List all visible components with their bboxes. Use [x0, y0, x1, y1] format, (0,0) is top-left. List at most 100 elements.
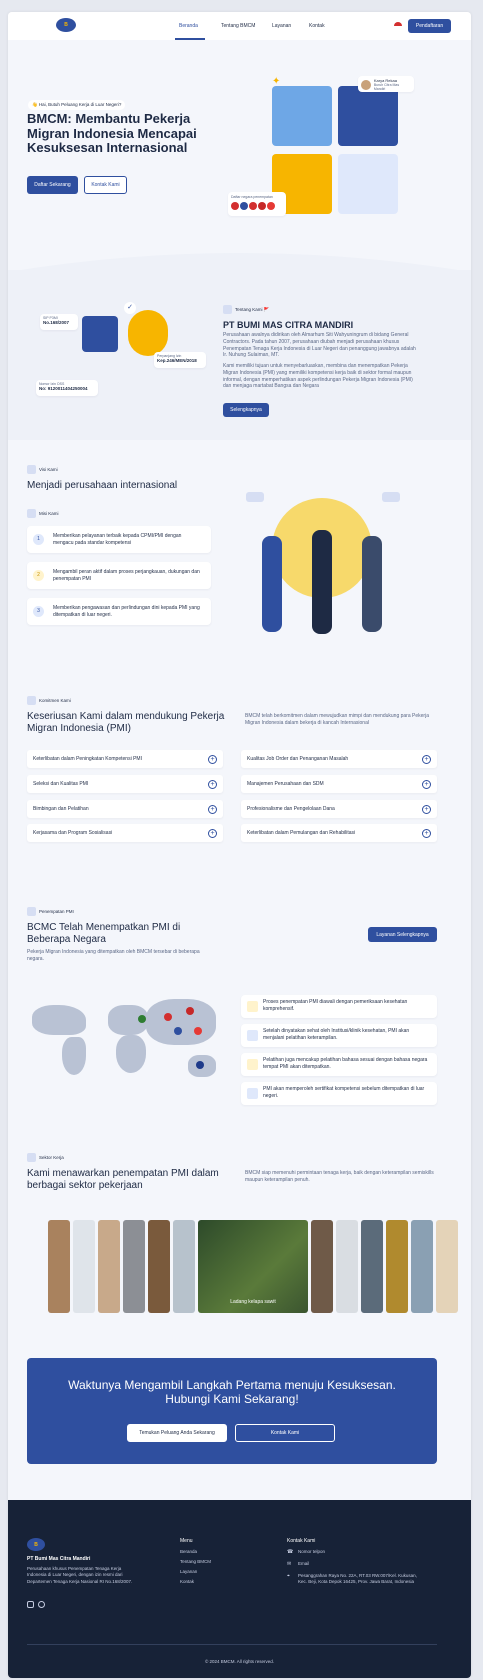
- commitment-item[interactable]: Profesionalisme dan Pengelolaan Dana +: [241, 800, 437, 818]
- footer-description: Perusahaan khusus Penempatan Tenaga Kerj…: [27, 1566, 133, 1584]
- about-badge: Tentang Kami 🚩: [223, 305, 269, 314]
- footer-logo[interactable]: B: [27, 1538, 45, 1551]
- commitment-item-label: Kerjasama dan Program Sosialisasi: [33, 830, 113, 836]
- sector-photo[interactable]: [148, 1220, 170, 1313]
- sector-photo-featured[interactable]: Ladang kelapa sawit: [198, 1220, 308, 1313]
- whatsapp-icon[interactable]: [38, 1601, 45, 1608]
- sector-photo[interactable]: [48, 1220, 70, 1313]
- flag-icon: [267, 202, 275, 210]
- sectors-description: BMCM siap memenuhi permintaan tenaga ker…: [245, 1170, 434, 1183]
- plus-icon: +: [208, 828, 217, 838]
- nav-link-layanan[interactable]: Layanan: [272, 23, 291, 29]
- navbar: B Beranda Tentang BMCM Layanan Kontak Pe…: [8, 12, 471, 40]
- footer-menu-link[interactable]: Kontak: [180, 1579, 194, 1585]
- footer-menu-title: Menu: [180, 1538, 193, 1544]
- cta-contact-button[interactable]: Kontak Kami: [235, 1424, 335, 1442]
- flag-icon: [258, 202, 266, 210]
- nav-link-kontak[interactable]: Kontak: [309, 23, 325, 29]
- footer-menu-link[interactable]: Layanan: [180, 1569, 197, 1575]
- sector-photo[interactable]: [336, 1220, 358, 1313]
- commitment-item[interactable]: Keterlibatan dalam Pemulangan dan Rehabi…: [241, 824, 437, 842]
- commitment-item[interactable]: Kualitas Job Order dan Penanganan Masala…: [241, 750, 437, 768]
- mission-text: Mengambil peran aktif dalam proses perja…: [53, 569, 200, 582]
- sector-photo[interactable]: [386, 1220, 408, 1313]
- nav-link-beranda[interactable]: Beranda: [179, 23, 198, 29]
- nib-value: No: 9120011404250004: [39, 386, 88, 391]
- hero-contact-button[interactable]: Kontak Kami: [84, 176, 127, 194]
- placement-step-text: Setelah dinyatakan sehat oleh Institusi/…: [263, 1028, 410, 1041]
- language-flag-icon[interactable]: [394, 22, 402, 30]
- about-title: PT BUMI MAS CITRA MANDIRI: [223, 320, 354, 330]
- logo[interactable]: B: [56, 18, 76, 32]
- mission-card-1: 1 Memberikan pelayanan terbaik kepada CP…: [27, 526, 211, 553]
- sectors-badge-label: Sektor Kerja: [39, 1155, 64, 1160]
- sector-photo[interactable]: [73, 1220, 95, 1313]
- sector-photo[interactable]: [311, 1220, 333, 1313]
- footer-divider: [27, 1644, 437, 1645]
- page: B Beranda Tentang BMCM Layanan Kontak Pe…: [8, 12, 471, 1678]
- sector-photo[interactable]: [361, 1220, 383, 1313]
- nav-active-underline: [175, 38, 205, 40]
- footer: B PT Bumi Mas Citra Mandiri Perusahaan k…: [8, 1500, 471, 1678]
- mission-number: 3: [33, 606, 44, 617]
- commitment-item[interactable]: Keterlibatan dalam Peningkatan Kompetens…: [27, 750, 223, 768]
- plus-icon: +: [422, 754, 431, 764]
- placement-step-text: PMI akan memperoleh sertifikat kompetens…: [263, 1086, 425, 1099]
- footer-email[interactable]: Email: [298, 1561, 309, 1567]
- about-more-button[interactable]: Selengkapnya: [223, 403, 269, 417]
- sip-card: SIP P3MI No.168/2007: [40, 314, 78, 330]
- hero-photo-2: [338, 86, 398, 146]
- footer-phone[interactable]: Nomor telpon: [298, 1549, 325, 1555]
- mission-badge-label: Misi Kami: [39, 511, 59, 516]
- instagram-icon[interactable]: [27, 1601, 34, 1608]
- hero-countries-card: Daftar negara penempatan: [228, 192, 286, 216]
- world-map: [28, 987, 223, 1097]
- mission-text: Memberikan pengawasan dan perlindungan d…: [53, 605, 200, 618]
- commitment-item[interactable]: Manajemen Perusahaan dan SDM +: [241, 775, 437, 793]
- commitment-item[interactable]: Seleksi dan Kualitas PMI +: [27, 775, 223, 793]
- flag-marker-icon: [138, 1015, 146, 1023]
- flag-icon: [231, 202, 239, 210]
- commitment-badge-label: Komitmen Kami: [39, 698, 71, 703]
- placement-step-text: Pelatihan juga mencakup pelatihan bahasa…: [263, 1057, 428, 1070]
- globe-icon: [27, 907, 36, 916]
- commitment-item[interactable]: Kerjasama dan Program Sosialisasi +: [27, 824, 223, 842]
- commitment-item-label: Bimbingan dan Pelatihan: [33, 806, 89, 812]
- hero-profile-card: Karya Rekaa Buruh Citra Mas Mandiri: [358, 76, 414, 92]
- sip-value: No.168/2007: [43, 320, 70, 325]
- info-icon: [223, 305, 232, 314]
- nav-link-tentang[interactable]: Tentang BMCM: [221, 23, 255, 29]
- sector-featured-caption: Ladang kelapa sawit: [230, 1299, 276, 1305]
- target-icon: [27, 509, 36, 518]
- footer-menu-link[interactable]: Beranda: [180, 1549, 197, 1555]
- plus-icon: +: [422, 804, 431, 814]
- commitment-item[interactable]: Bimbingan dan Pelatihan +: [27, 800, 223, 818]
- footer-contact-title: Kontak Kami: [287, 1538, 316, 1544]
- cta-find-opportunity-button[interactable]: Temukan Peluang Anda Sekarang: [127, 1424, 227, 1442]
- sectors-title: Kami menawarkan penempatan PMI dalam ber…: [27, 1168, 219, 1191]
- sector-photo[interactable]: [98, 1220, 120, 1313]
- briefcase-icon: [27, 1153, 36, 1162]
- continent-shape: [62, 1037, 86, 1075]
- plus-icon: +: [422, 779, 431, 789]
- hero-photo-1: [272, 86, 332, 146]
- register-button[interactable]: Pendaftaran: [408, 19, 451, 33]
- continent-shape: [32, 1005, 86, 1035]
- sector-photo[interactable]: [173, 1220, 195, 1313]
- mission-card-3: 3 Memberikan pengawasan dan perlindungan…: [27, 598, 211, 625]
- about-badge-label: Tentang Kami 🚩: [235, 306, 270, 312]
- plus-icon: +: [422, 828, 431, 838]
- placement-badge: Penempatan PMI: [27, 907, 74, 916]
- sector-photo[interactable]: [436, 1220, 458, 1313]
- placement-step-4: PMI akan memperoleh sertifikat kompetens…: [241, 1082, 437, 1105]
- footer-company-name: PT Bumi Mas Citra Mandiri: [27, 1556, 91, 1562]
- email-icon: ✉: [287, 1561, 292, 1567]
- sector-photo[interactable]: [411, 1220, 433, 1313]
- sector-photo[interactable]: [123, 1220, 145, 1313]
- footer-menu-link[interactable]: Tentang BMCM: [180, 1559, 211, 1565]
- placement-step-2: Setelah dinyatakan sehat oleh Institusi/…: [241, 1024, 437, 1047]
- hero-register-button[interactable]: Daftar Sekarang: [27, 176, 78, 194]
- about-illustration: ✓ SIP P3MI No.168/2007 Perpanjang Izin K…: [28, 300, 208, 430]
- services-more-button[interactable]: Layanan Selengkapnya: [368, 927, 437, 942]
- section-divider-curve: [8, 253, 471, 272]
